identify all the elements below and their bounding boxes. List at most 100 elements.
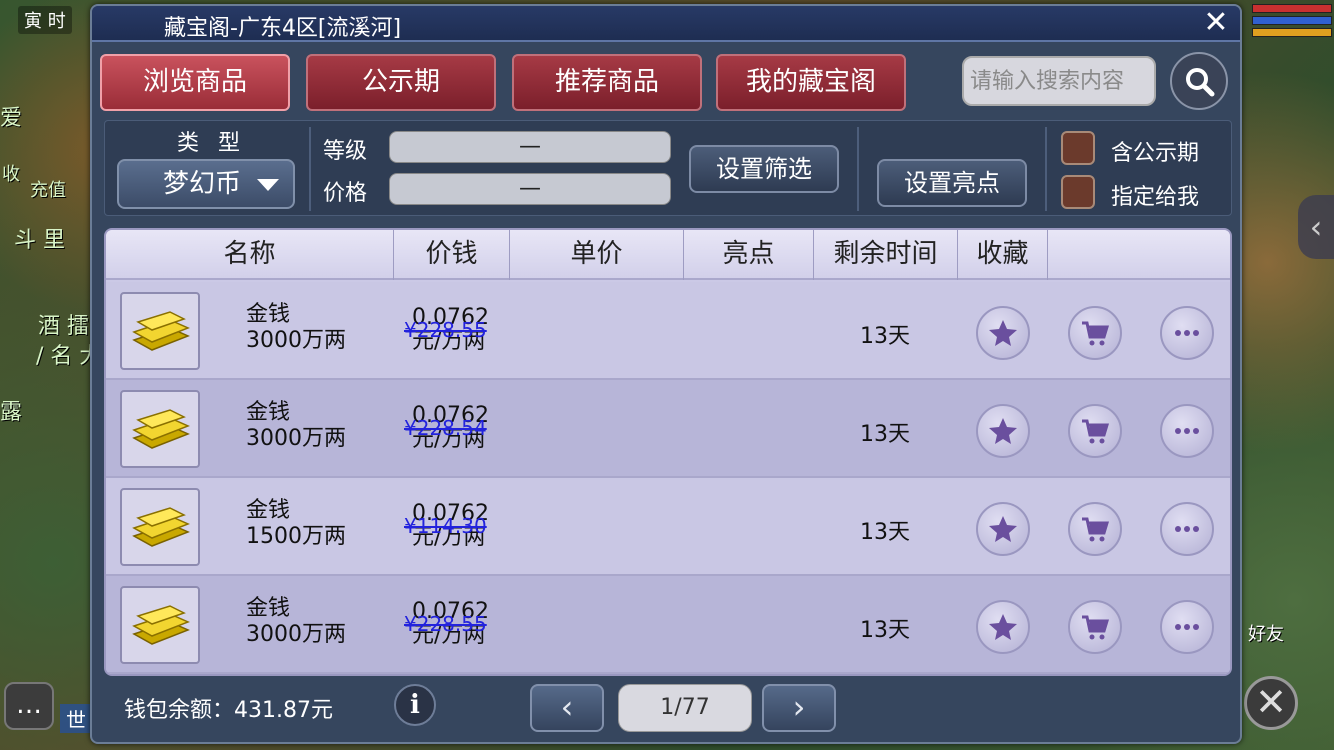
goods-table: 名称 价钱 单价 亮点 剩余时间 收藏 金钱 3000万两 0.0762 元/万… [104,228,1232,676]
gold-ingot-icon [120,488,200,566]
game-time-label: 寅 时 [18,6,72,34]
cart-icon [1082,321,1110,346]
next-page-button[interactable]: › [762,684,836,732]
cart-icon [1082,517,1110,542]
header-time-left[interactable]: 剩余时间 [814,230,958,280]
bg-text: 收 [2,164,20,185]
info-button[interactable]: i [394,684,436,726]
more-icon [1175,428,1199,434]
more-button[interactable] [1160,502,1214,556]
chevron-down-icon [257,179,279,191]
price-cell: 0.0762 元/万两 ¥114.30 [404,502,544,558]
time-left: 13天 [860,422,910,447]
item-amount: 3000万两 [246,426,346,451]
cart-icon [1082,419,1110,444]
table-row[interactable]: 金钱 1500万两 0.0762 元/万两 ¥114.30 13天 [106,478,1230,576]
total-price: ¥228.54 [404,416,487,440]
bg-text: 充值 [30,180,66,201]
more-icon [1175,624,1199,630]
tab-browse-goods[interactable]: 浏览商品 [100,54,290,111]
mp-bar [1252,16,1332,25]
total-price: ¥228.55 [404,318,487,342]
more-icon [1175,330,1199,336]
assigned-to-me-checkbox[interactable] [1061,175,1095,209]
cart-icon [1082,615,1110,640]
favorite-button[interactable] [976,306,1030,360]
item-name: 金钱 [246,400,291,425]
divider [309,127,311,211]
table-row[interactable]: 金钱 3000万两 0.0762 元/万两 ¥228.55 13天 [106,282,1230,380]
gold-ingot-icon [120,292,200,370]
assigned-to-me-label: 指定给我 [1111,185,1200,210]
set-filter-button[interactable]: 设置筛选 [689,145,839,193]
tab-recommended[interactable]: 推荐商品 [512,54,702,111]
cart-button[interactable] [1068,404,1122,458]
side-expand-icon[interactable]: ‹ [1298,195,1334,259]
header-price[interactable]: 价钱 [394,230,510,280]
star-icon [989,614,1017,640]
table-row[interactable]: 金钱 3000万两 0.0762 元/万两 ¥228.54 13天 [106,380,1230,478]
title-bar: 藏宝阁-广东4区[流溪河] ✕ [92,6,1240,42]
bg-text: 露 [0,400,23,425]
price-label: 价格 [323,181,368,206]
gold-ingot-icon [120,586,200,664]
favorite-button[interactable] [976,404,1030,458]
status-bars [1252,4,1332,40]
star-icon [989,516,1017,542]
more-button[interactable] [1160,306,1214,360]
search-input[interactable] [962,56,1156,106]
bg-text: 爱 [0,106,23,131]
table-row[interactable]: 金钱 3000万两 0.0762 元/万两 ¥228.55 13天 [106,576,1230,674]
total-price: ¥228.55 [404,612,487,636]
header-highlight[interactable]: 亮点 [684,230,814,280]
header-name[interactable]: 名称 [106,230,394,280]
table-header: 名称 价钱 单价 亮点 剩余时间 收藏 [106,230,1230,280]
price-cell: 0.0762 元/万两 ¥228.55 [404,306,544,362]
page-indicator[interactable]: 1/77 [618,684,752,732]
more-icon [1175,526,1199,532]
dialog-title: 藏宝阁-广东4区[流溪河] [164,16,402,41]
item-name: 金钱 [246,302,291,327]
search-button[interactable] [1170,52,1228,110]
tab-my-pavilion[interactable]: 我的藏宝阁 [716,54,906,111]
level-label: 等级 [323,139,368,164]
cart-button[interactable] [1068,502,1122,556]
type-dropdown[interactable]: 梦幻币 [117,159,295,209]
time-left: 13天 [860,324,910,349]
favorite-button[interactable] [976,502,1030,556]
header-unit-price[interactable]: 单价 [510,230,684,280]
time-left: 13天 [860,618,910,643]
exp-bar [1252,28,1332,37]
cart-button[interactable] [1068,306,1122,360]
item-name: 金钱 [246,596,291,621]
item-amount: 3000万两 [246,622,346,647]
item-amount: 3000万两 [246,328,346,353]
divider [1045,127,1047,211]
wallet-balance: 钱包余额：431.87元 [124,698,333,723]
set-highlight-button[interactable]: 设置亮点 [877,159,1027,207]
item-name: 金钱 [246,498,291,523]
more-button[interactable] [1160,600,1214,654]
chat-bubble-icon[interactable]: … [4,682,54,730]
item-name-block: 金钱 3000万两 [246,400,346,452]
filter-bar: 类 型 梦幻币 等级 — 价格 — 设置筛选 设置亮点 含公示期 指定给我 [104,120,1232,216]
cart-button[interactable] [1068,600,1122,654]
type-label: 类 型 [177,131,246,156]
star-icon [989,320,1017,346]
friend-label[interactable]: 好友 [1248,620,1284,646]
item-name-block: 金钱 3000万两 [246,596,346,648]
world-channel-label[interactable]: 世 [60,704,92,733]
more-button[interactable] [1160,404,1214,458]
include-public-checkbox[interactable] [1061,131,1095,165]
tab-public-period[interactable]: 公示期 [306,54,496,111]
favorite-button[interactable] [976,600,1030,654]
type-dropdown-value: 梦幻币 [163,169,242,199]
game-close-icon[interactable]: ✕ [1244,676,1298,730]
price-range-field[interactable]: — [389,173,671,205]
close-button[interactable]: ✕ [1200,8,1232,40]
price-cell: 0.0762 元/万两 ¥228.55 [404,600,544,656]
include-public-label: 含公示期 [1111,141,1200,166]
level-range-field[interactable]: — [389,131,671,163]
header-favorite[interactable]: 收藏 [958,230,1048,280]
prev-page-button[interactable]: ‹ [530,684,604,732]
